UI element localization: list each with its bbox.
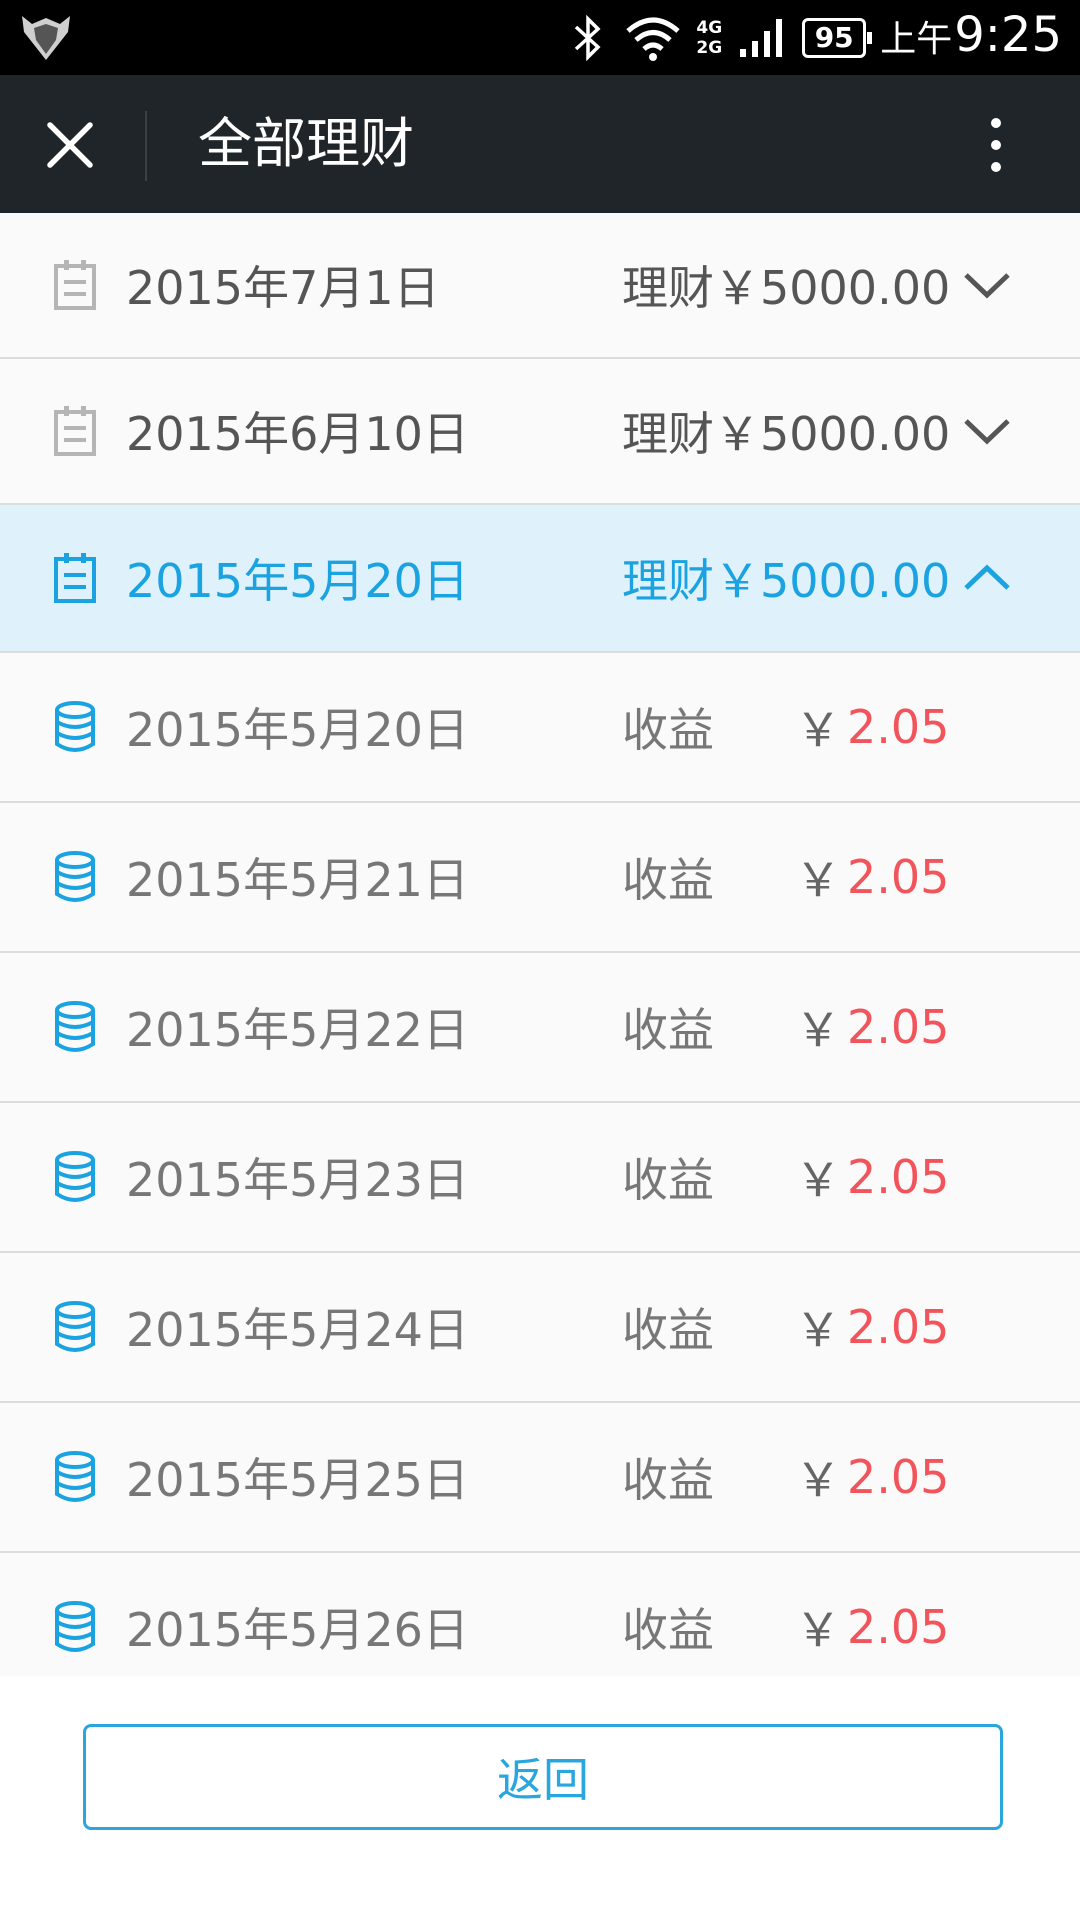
income-date: 2015年5月26日 (126, 1603, 469, 1657)
income-label: 收益 (622, 703, 714, 757)
income-amount: 2.05 (847, 850, 950, 904)
income-amount: 2.05 (847, 700, 950, 754)
wifi-icon (626, 17, 681, 61)
income-row: 2015年5月24日 收益 ￥ 2.05 (0, 1253, 1080, 1403)
record-amount: 理财￥5000.00 (622, 554, 951, 608)
status-bar: 4G 2G 95 上午 9:25 (0, 0, 1080, 75)
currency-symbol: ￥ (795, 1153, 841, 1207)
income-date: 2015年5月20日 (126, 703, 469, 757)
income-row: 2015年5月20日 收益 ￥ 2.05 (0, 653, 1080, 803)
income-amount: 2.05 (847, 1300, 950, 1354)
income-value: ￥ 2.05 (795, 1553, 949, 1676)
clock: 上午 9:25 (880, 0, 1062, 77)
income-row: 2015年5月25日 收益 ￥ 2.05 (0, 1403, 1080, 1553)
income-label: 收益 (622, 1153, 714, 1207)
network-2g: 2G (696, 37, 723, 58)
chevron-up-icon[interactable] (962, 562, 1012, 594)
signal-icon (740, 18, 783, 57)
app-shield-icon (22, 16, 70, 60)
income-value: ￥ 2.05 (795, 653, 949, 801)
income-date: 2015年5月21日 (126, 853, 469, 907)
bluetooth-icon (575, 14, 601, 61)
income-row: 2015年5月22日 收益 ￥ 2.05 (0, 953, 1080, 1103)
calendar-icon (54, 553, 96, 603)
back-button[interactable]: 返回 (83, 1724, 1003, 1830)
income-date: 2015年5月23日 (126, 1153, 469, 1207)
income-label: 收益 (622, 1453, 714, 1507)
currency-symbol: ￥ (795, 1003, 841, 1057)
income-row: 2015年5月21日 收益 ￥ 2.05 (0, 803, 1080, 953)
coin-stack-icon (55, 1451, 95, 1502)
income-value: ￥ 2.05 (795, 1403, 949, 1551)
battery-level: 95 (814, 21, 854, 54)
close-icon[interactable] (44, 119, 96, 171)
network-type: 4G 2G (696, 18, 722, 58)
title-divider (145, 111, 147, 181)
chevron-down-icon[interactable] (962, 415, 1012, 447)
record-date: 2015年5月20日 (126, 554, 469, 608)
more-vertical-icon[interactable] (978, 115, 1014, 175)
investment-list: 2015年7月1日 理财￥5000.00 2015年6月10日 理财￥5000.… (0, 213, 1080, 1676)
record-date: 2015年6月10日 (126, 407, 469, 461)
investment-row-expanded[interactable]: 2015年5月20日 理财￥5000.00 (0, 505, 1080, 653)
page-title: 全部理财 (198, 112, 414, 175)
income-row: 2015年5月26日 收益 ￥ 2.05 (0, 1553, 1080, 1676)
coin-stack-icon (55, 851, 95, 902)
income-label: 收益 (622, 853, 714, 907)
income-amount: 2.05 (847, 1600, 950, 1654)
income-date: 2015年5月22日 (126, 1003, 469, 1057)
income-label: 收益 (622, 1303, 714, 1357)
record-amount: 理财￥5000.00 (622, 261, 951, 315)
currency-symbol: ￥ (795, 703, 841, 757)
income-label: 收益 (622, 1003, 714, 1057)
title-bar: 全部理财 (0, 75, 1080, 213)
income-amount: 2.05 (847, 1150, 950, 1204)
income-label: 收益 (622, 1603, 714, 1657)
currency-symbol: ￥ (795, 1453, 841, 1507)
currency-symbol: ￥ (795, 853, 841, 907)
chevron-down-icon[interactable] (962, 269, 1012, 301)
income-value: ￥ 2.05 (795, 1103, 949, 1251)
record-date: 2015年7月1日 (126, 261, 440, 315)
calendar-icon (54, 260, 96, 310)
coin-stack-icon (55, 701, 95, 752)
coin-stack-icon (55, 1001, 95, 1052)
coin-stack-icon (55, 1151, 95, 1202)
income-value: ￥ 2.05 (795, 803, 949, 951)
clock-time: 9:25 (954, 7, 1062, 63)
income-date: 2015年5月25日 (126, 1453, 469, 1507)
income-row: 2015年5月23日 收益 ￥ 2.05 (0, 1103, 1080, 1253)
income-amount: 2.05 (847, 1000, 950, 1054)
income-amount: 2.05 (847, 1450, 950, 1504)
clock-ampm: 上午 (880, 19, 953, 60)
investment-row[interactable]: 2015年6月10日 理财￥5000.00 (0, 359, 1080, 505)
battery-indicator: 95 (802, 17, 873, 58)
calendar-icon (54, 406, 96, 456)
coin-stack-icon (55, 1301, 95, 1352)
footer: 返回 (0, 1676, 1080, 1920)
coin-stack-icon (55, 1601, 95, 1652)
income-value: ￥ 2.05 (795, 953, 949, 1101)
record-amount: 理财￥5000.00 (622, 407, 951, 461)
income-date: 2015年5月24日 (126, 1303, 469, 1357)
income-value: ￥ 2.05 (795, 1253, 949, 1401)
currency-symbol: ￥ (795, 1303, 841, 1357)
network-4g: 4G (696, 17, 723, 38)
currency-symbol: ￥ (795, 1603, 841, 1657)
investment-row[interactable]: 2015年7月1日 理财￥5000.00 (0, 213, 1080, 359)
